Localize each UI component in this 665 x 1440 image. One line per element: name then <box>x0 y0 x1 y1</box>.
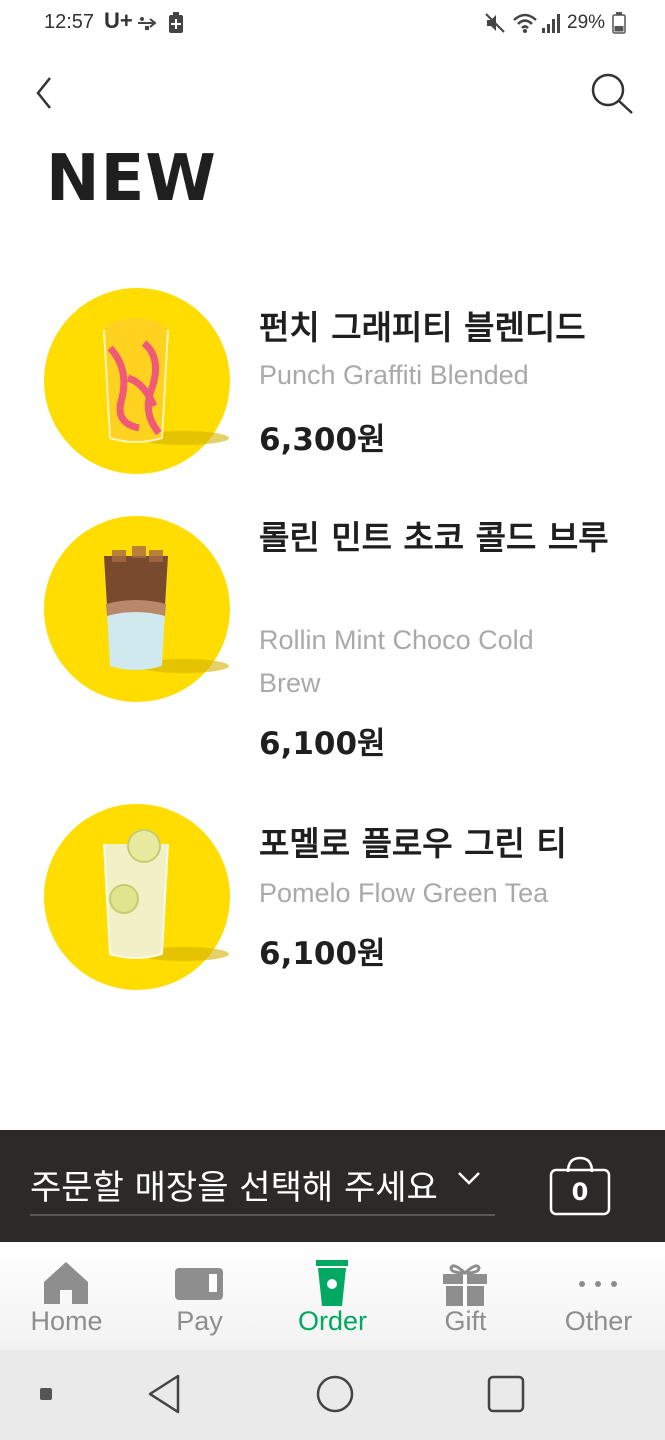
tab-label: Order <box>297 1306 368 1336</box>
menu-dot-icon[interactable] <box>36 1384 56 1404</box>
product-item[interactable]: 펀치 그래피티 블렌디드 Punch Graffiti Blended 6,30… <box>0 288 665 478</box>
bottom-tab-bar: Home Pay Order Gift Other <box>0 1242 665 1350</box>
product-name-en: Punch Graffiti Blended <box>259 360 529 390</box>
drink-image <box>103 318 229 445</box>
tab-order[interactable]: Order <box>266 1242 399 1350</box>
battery-saver-icon <box>169 12 183 33</box>
nav-back-icon[interactable] <box>144 1372 186 1416</box>
carrier-label: U+ <box>104 8 133 33</box>
product-name-en: Pomelo Flow Green Tea <box>259 878 549 908</box>
home-icon <box>44 1262 88 1304</box>
tab-gift[interactable]: Gift <box>399 1242 532 1350</box>
product-item[interactable]: 롤린 민트 초코 콜드 브루 Rollin Mint Choco Cold Br… <box>0 516 665 766</box>
drink-image <box>104 546 229 673</box>
gift-icon <box>443 1264 487 1306</box>
status-time: 12:57 <box>44 11 95 33</box>
tab-label: Other <box>564 1306 633 1336</box>
mute-icon <box>485 13 505 33</box>
store-selector-bar: 주문할 매장을 선택해 주세요 0 <box>0 1130 665 1242</box>
nav-home-icon[interactable] <box>313 1372 357 1416</box>
product-price: 6,100원 <box>259 936 386 972</box>
tab-other[interactable]: Other <box>532 1242 665 1350</box>
nav-recents-icon[interactable] <box>484 1372 528 1416</box>
store-selector-label: 주문할 매장을 선택해 주세요 <box>30 1168 438 1208</box>
wifi-icon <box>513 13 537 33</box>
card-icon <box>175 1268 223 1300</box>
system-nav-bar <box>0 1350 665 1440</box>
product-name-en: Rollin Mint Choco Cold Brew <box>259 625 534 698</box>
chevron-left-icon <box>36 77 51 109</box>
tab-home[interactable]: Home <box>0 1242 133 1350</box>
product-price: 6,300원 <box>259 422 386 458</box>
cup-icon <box>316 1260 348 1306</box>
chevron-down-icon <box>458 1172 480 1185</box>
product-price: 6,100원 <box>259 726 386 762</box>
cart-button[interactable]: 0 <box>548 1156 612 1218</box>
drink-image <box>103 829 229 961</box>
product-name-ko: 포멜로 플로우 그린 티 <box>259 824 567 863</box>
product-image <box>44 804 230 990</box>
battery-icon <box>612 12 626 34</box>
usb-icon <box>138 17 157 30</box>
search-icon <box>591 73 633 114</box>
product-name-ko: 롤린 민트 초코 콜드 브루 <box>259 518 609 557</box>
tab-label: Gift <box>444 1306 487 1336</box>
signal-icon <box>542 14 560 33</box>
page-title: NEW <box>46 142 217 216</box>
tab-label: Home <box>30 1306 103 1336</box>
battery-level: 29% <box>567 12 606 33</box>
back-button[interactable] <box>28 72 62 114</box>
cart-count: 0 <box>571 1178 589 1206</box>
product-image <box>44 516 230 702</box>
store-selector-underline <box>30 1214 495 1216</box>
tab-pay[interactable]: Pay <box>133 1242 266 1350</box>
more-icon <box>579 1281 617 1287</box>
tab-label: Pay <box>176 1306 223 1336</box>
product-item[interactable]: 포멜로 플로우 그린 티 Pomelo Flow Green Tea 6,100… <box>0 804 665 994</box>
status-bar: 12:57 U+ 29% <box>0 0 665 48</box>
search-button[interactable] <box>588 70 636 118</box>
product-image <box>44 288 230 474</box>
product-name-ko: 펀치 그래피티 블렌디드 <box>259 308 586 347</box>
